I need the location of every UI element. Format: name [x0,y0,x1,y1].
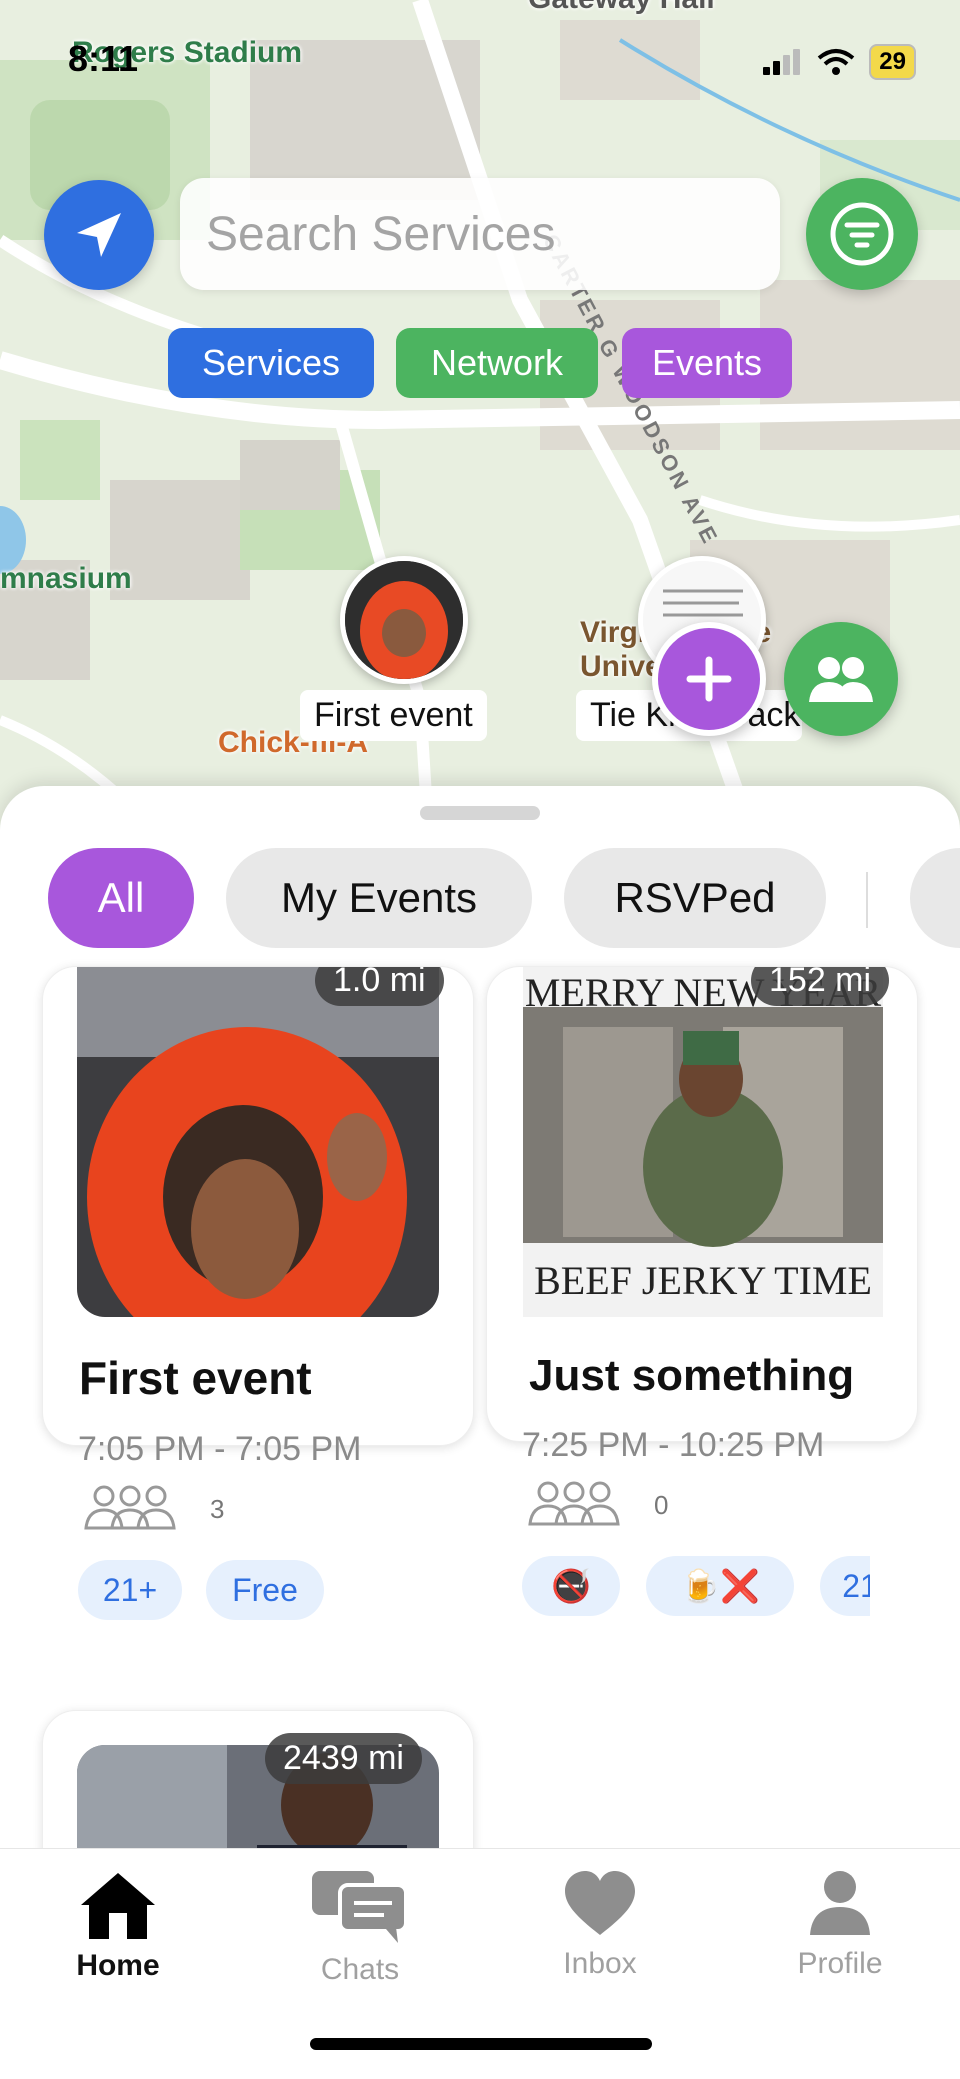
tag-no-smoking: 🚭 [522,1556,620,1616]
event-time-first: 7:05 PM - 7:05 PM [78,1430,362,1468]
event-marker-label-first[interactable]: First event [300,690,487,741]
tag-age-partial: 21 [820,1556,870,1616]
attendees-icon [528,1481,620,1526]
attendees-icon [84,1485,176,1530]
tab-inbox-label: Inbox [563,1947,637,1980]
tab-chats[interactable]: Chats [270,1869,450,1987]
event-marker-photo [345,561,463,679]
tag-clip: 21 [820,1556,870,1616]
event-card-third[interactable]: 2439 mi [42,1710,474,1849]
wifi-icon [818,49,855,75]
event-title: Just something [529,1351,855,1400]
image-caption-bottom: BEEF JERKY TIME [534,1258,872,1303]
location-arrow-icon [77,213,121,257]
tag-price: Free [206,1560,324,1620]
filter-button[interactable] [806,178,918,290]
chip-events[interactable]: Events [622,328,792,398]
segment-my-events[interactable]: My Events [226,848,532,948]
chats-icon [312,1871,408,1943]
tab-inbox[interactable]: Inbox [510,1869,690,1981]
status-icons: 29 [763,44,916,80]
tab-chats-label: Chats [320,1953,400,1986]
add-event-button[interactable] [652,622,766,736]
event-marker-first[interactable] [340,556,468,684]
battery-indicator: 29 [869,44,916,80]
tab-profile[interactable]: Profile [750,1869,930,1981]
status-time: 8:11 [68,38,139,79]
tag-no-alcohol: 🍺❌ [646,1556,794,1616]
event-card-image: MERRY NEW YEAR BEEF JERKY TIME [523,967,883,1317]
segment-divider [866,872,868,928]
events-sheet: All My Events RSVPed 1.0 mi First event [0,786,960,1849]
home-indicator[interactable] [310,2038,652,2050]
distance-badge: 2439 mi [265,1733,422,1784]
event-card-second[interactable]: MERRY NEW YEAR BEEF JERKY TIME 152 mi Ju… [486,966,918,1442]
distance-badge: 152 mi [751,967,890,1006]
home-icon [81,1873,155,1939]
event-title: First event [79,1352,312,1404]
people-icon [809,657,873,702]
chip-network[interactable]: Network [396,328,598,398]
attendee-count-second: 0 [654,1490,669,1520]
event-card-image [77,967,439,1317]
segment-all[interactable]: All [48,848,194,948]
tab-home-label: Home [76,1949,160,1982]
distance-badge: 1.0 mi [315,967,444,1006]
segment-more[interactable] [910,848,960,948]
segment-rsvped[interactable]: RSVPed [564,848,826,948]
cellular-signal-icon [763,49,801,75]
groups-button[interactable] [784,622,898,736]
filter-icon [830,202,894,266]
search-input[interactable] [206,206,780,262]
tab-home[interactable]: Home [28,1869,208,1983]
person-icon [810,1871,870,1935]
event-time-second: 7:25 PM - 10:25 PM [522,1426,825,1464]
locate-me-button[interactable] [44,180,154,290]
sheet-drag-handle[interactable] [420,806,540,820]
chip-services[interactable]: Services [168,328,374,398]
search-bar[interactable] [180,178,780,290]
map-label-gymnasium: mnasium [0,562,132,595]
event-card-first[interactable]: 1.0 mi First event [42,966,474,1446]
heart-icon [565,1871,635,1935]
tab-profile-label: Profile [797,1947,883,1980]
map-label-gateway: Gateway Hall [528,0,715,16]
plus-icon [686,656,732,702]
event-photo [77,967,439,1317]
attendee-count-first: 3 [210,1494,225,1524]
tag-age: 21+ [78,1560,182,1620]
